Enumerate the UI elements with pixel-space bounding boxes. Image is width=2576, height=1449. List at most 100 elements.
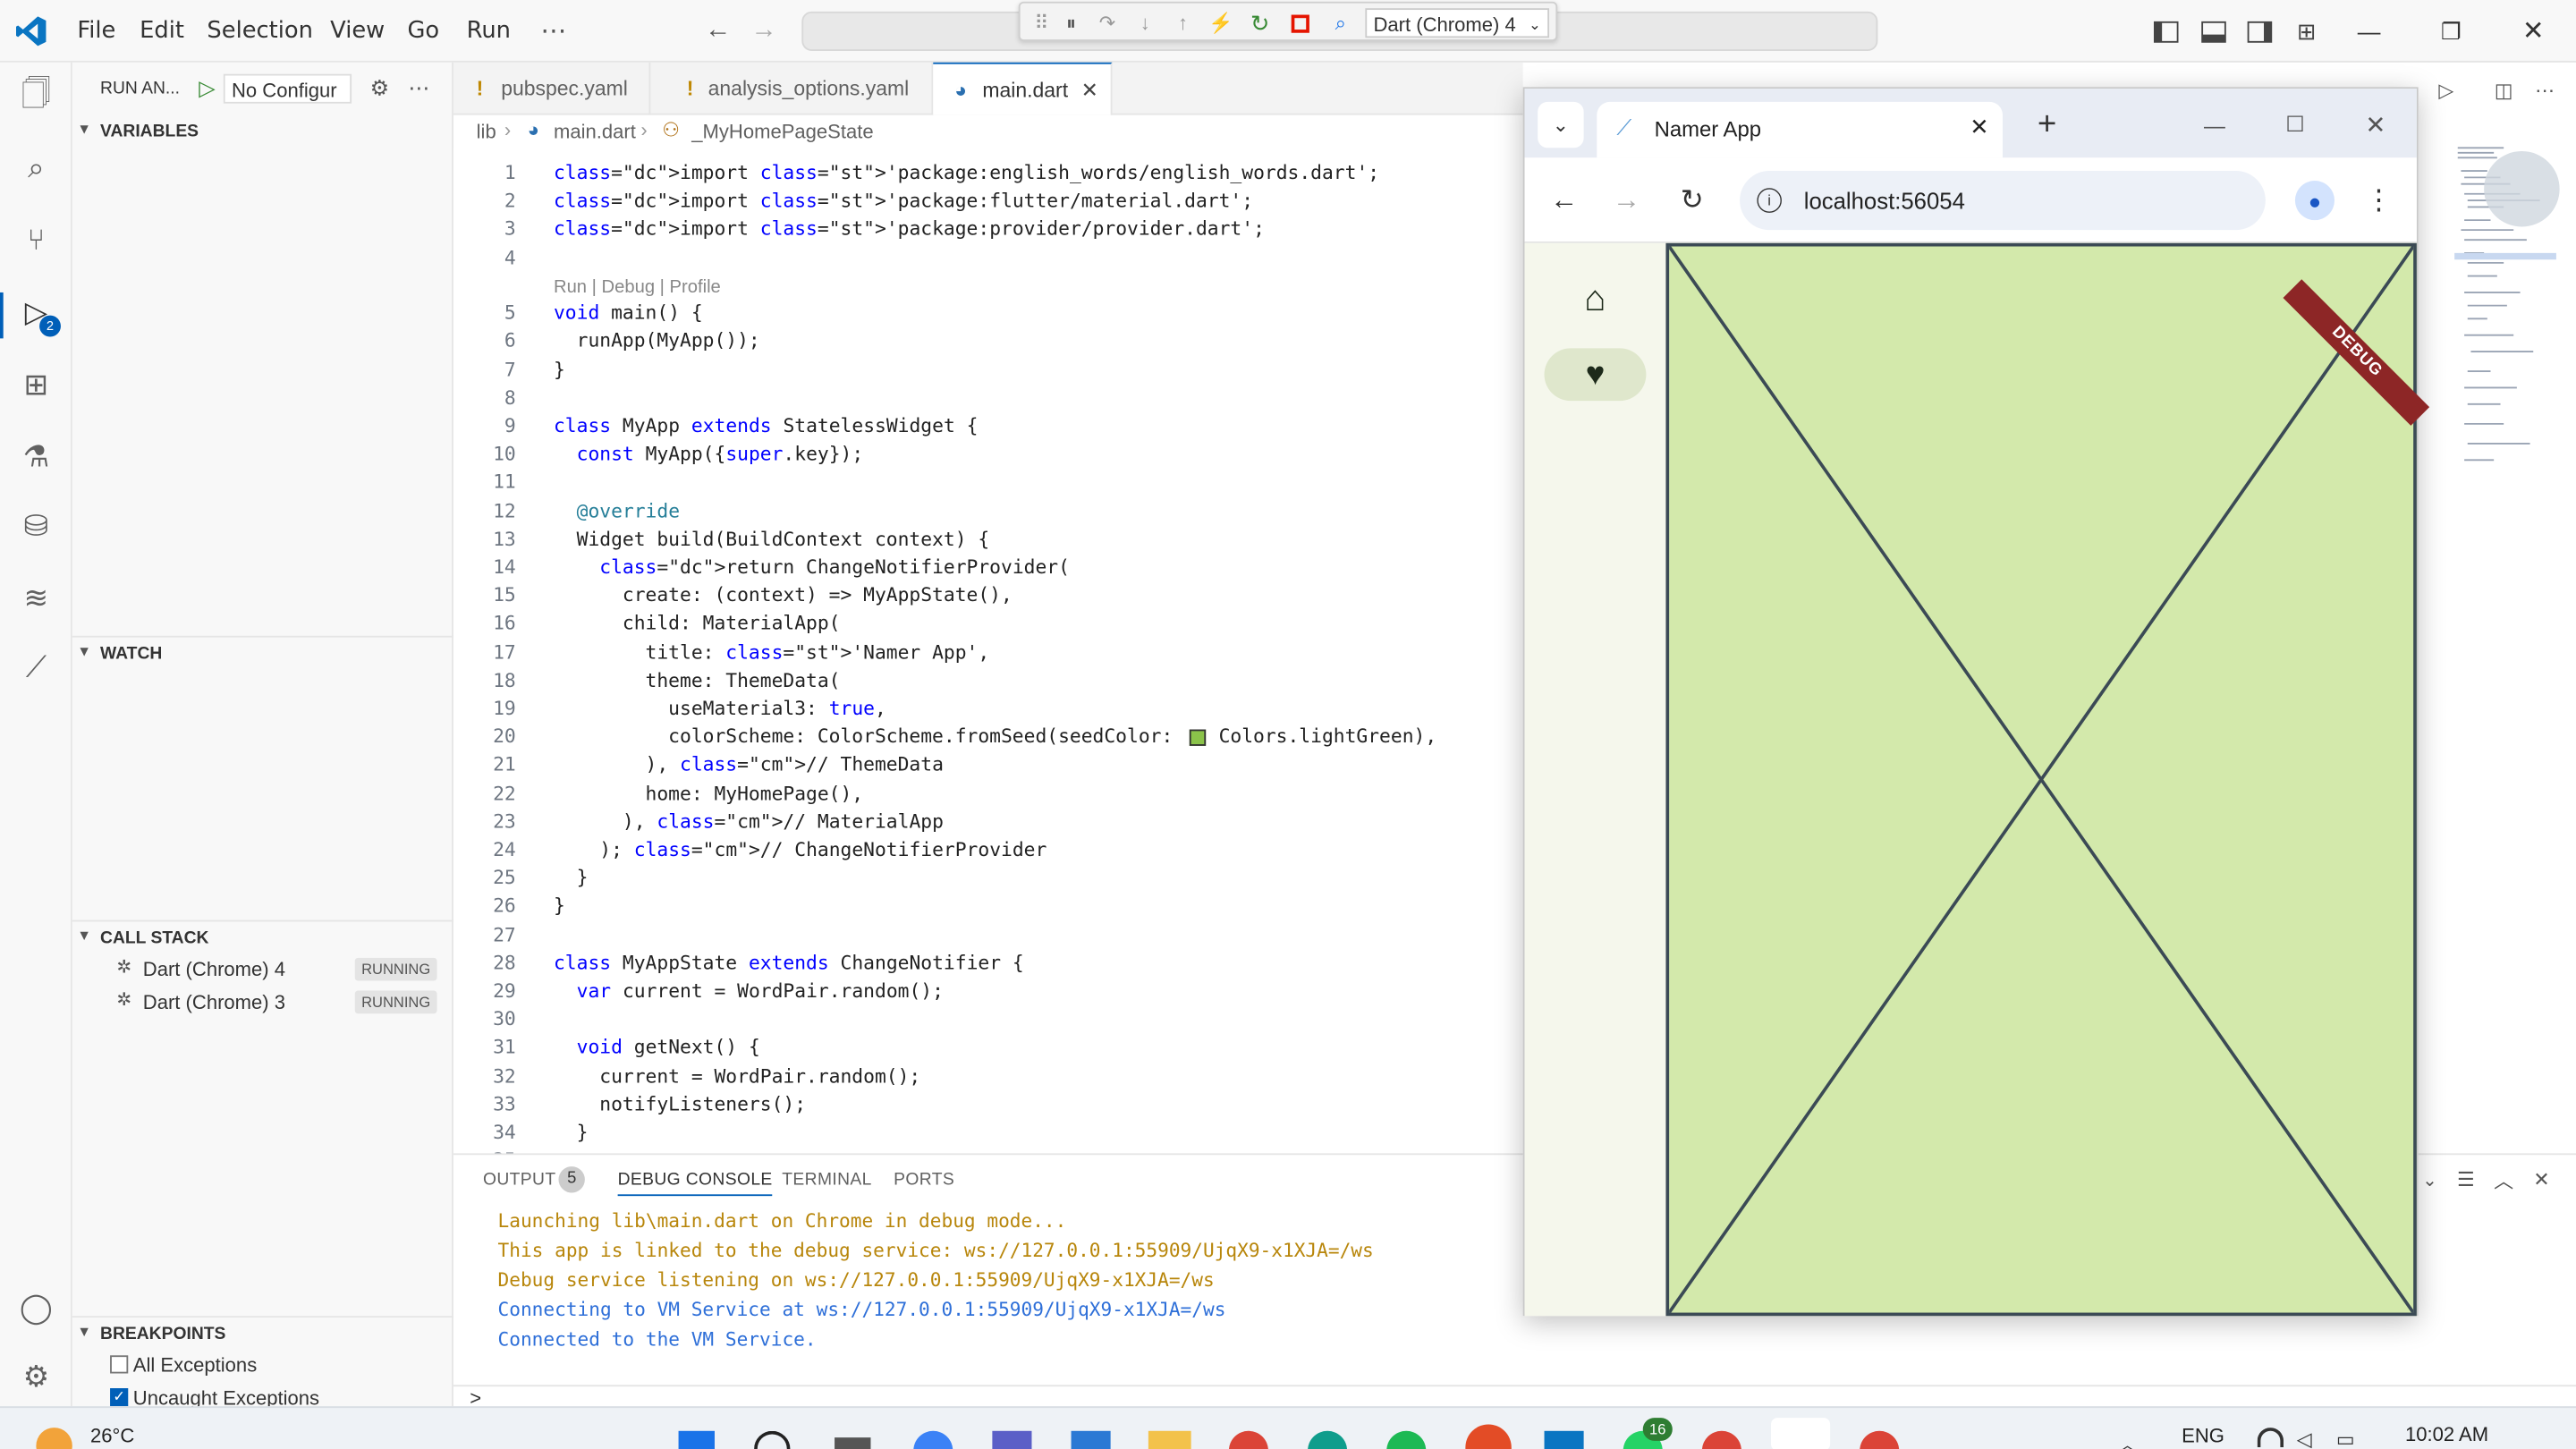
debug-session-select[interactable]: Dart (Chrome) 4 ⌄ <box>1365 8 1550 38</box>
database-icon[interactable]: ⛁ <box>13 503 59 548</box>
codelens[interactable]: Run | Debug | Profile <box>554 277 721 297</box>
maximize-icon[interactable]: ☐ <box>2279 108 2312 141</box>
breakpoint-item[interactable]: All Exceptions <box>72 1349 453 1382</box>
search-taskbar-icon[interactable] <box>754 1430 791 1449</box>
edge-icon[interactable] <box>1308 1430 1348 1449</box>
clock-time[interactable]: 10:02 AM <box>2405 1423 2488 1446</box>
menu-view[interactable]: View <box>330 0 385 63</box>
home-icon[interactable]: ⌂ <box>1572 276 1618 322</box>
tab-pubspec[interactable]: ! pubspec.yaml <box>453 62 651 115</box>
console-input[interactable]: > <box>453 1385 2576 1410</box>
browser-tab[interactable]: ⟋ Namer App ✕ <box>1597 101 2003 158</box>
teams-icon[interactable] <box>992 1430 1032 1449</box>
stop-icon[interactable] <box>1284 8 1314 38</box>
battery-icon[interactable]: ▭ <box>2336 1428 2355 1449</box>
hot-reload-icon[interactable]: ⚡ <box>1206 8 1235 38</box>
devtools-icon[interactable]: ⌕ <box>1326 8 1355 38</box>
call-stack-section-header[interactable]: ▾ CALL STACK <box>72 919 453 953</box>
language-indicator[interactable]: ENG <box>2182 1424 2224 1447</box>
active-app-highlight[interactable] <box>1771 1418 1831 1449</box>
menu-edit[interactable]: Edit <box>140 0 184 63</box>
chrome-taskbar-icon-2[interactable] <box>1701 1430 1741 1449</box>
split-editor-icon[interactable]: ◫ <box>2489 75 2519 105</box>
close-tab-icon[interactable]: ✕ <box>1081 64 1098 117</box>
breadcrumb-symbol[interactable]: _MyHomePageState <box>691 120 873 143</box>
checkbox-all-exceptions[interactable] <box>110 1355 129 1374</box>
color-swatch[interactable] <box>1189 729 1207 747</box>
close-tab-icon[interactable]: ✕ <box>1970 114 1989 141</box>
close-panel-icon[interactable]: ✕ <box>2527 1165 2556 1194</box>
chrome-taskbar-icon-3[interactable] <box>1860 1430 1900 1449</box>
toggle-panel-icon[interactable] <box>2199 16 2228 46</box>
flutter-icon[interactable]: ⟋ <box>13 644 59 690</box>
floating-widget[interactable] <box>2484 150 2560 227</box>
minimize-icon[interactable]: — <box>2352 15 2385 48</box>
explorer-icon[interactable]: 🗍 <box>13 75 59 121</box>
chrome-menu-icon[interactable]: ⋮ <box>2360 181 2399 220</box>
extensions-icon[interactable]: ⊞ <box>13 361 59 407</box>
back-arrow-icon[interactable]: ← <box>1545 181 1584 220</box>
more-menu-icon[interactable]: ⋯ <box>540 0 566 63</box>
more-actions-icon[interactable]: ⋯ <box>404 74 434 104</box>
volume-icon[interactable]: ◁ <box>2297 1428 2312 1449</box>
search-icon[interactable]: ⌕ <box>13 145 59 191</box>
vscode-taskbar-icon[interactable] <box>1544 1430 1584 1449</box>
reload-icon[interactable]: ↻ <box>1673 181 1712 220</box>
testing-icon[interactable]: ⚗ <box>13 434 59 479</box>
new-tab-icon[interactable]: + <box>2028 106 2067 145</box>
step-into-icon[interactable]: ↓ <box>1131 8 1160 38</box>
breadcrumb-file[interactable]: main.dart <box>554 120 636 143</box>
tab-terminal[interactable]: TERMINAL <box>782 1170 871 1190</box>
customize-layout-icon[interactable]: ⊞ <box>2292 16 2321 46</box>
tab-output[interactable]: OUTPUT <box>483 1170 556 1190</box>
step-out-icon[interactable]: ↑ <box>1168 8 1198 38</box>
forward-arrow-icon[interactable]: → <box>1606 181 1646 220</box>
settings-gear-icon[interactable]: ⚙ <box>13 1353 59 1399</box>
menu-go[interactable]: Go <box>408 0 440 63</box>
close-window-icon[interactable]: ✕ <box>2517 15 2550 48</box>
profile-avatar-icon[interactable]: ● <box>2294 181 2335 221</box>
step-over-icon[interactable]: ↷ <box>1092 8 1122 38</box>
menu-run[interactable]: Run <box>467 0 511 63</box>
maximize-panel-icon[interactable]: ︿ <box>2489 1165 2519 1194</box>
weather-temp[interactable]: 26°C <box>90 1424 134 1447</box>
run-debug-icon[interactable]: ▷ 2 <box>13 289 61 337</box>
watch-section-header[interactable]: ▾ WATCH <box>72 635 453 669</box>
checkbox-uncaught-exceptions[interactable]: ✓ <box>110 1388 129 1407</box>
tray-overflow-icon[interactable]: ︿ <box>2119 1431 2135 1449</box>
tab-main-dart[interactable]: ◕ main.dart ✕ <box>933 62 1113 117</box>
favorites-heart-icon[interactable]: ♥ <box>1544 348 1647 402</box>
pause-icon[interactable]: ⏸ <box>1056 8 1086 38</box>
restore-icon[interactable]: ❐ <box>2435 15 2468 48</box>
start-icon[interactable] <box>678 1430 715 1449</box>
gear-icon[interactable]: ⚙ <box>365 74 394 104</box>
spotify-icon[interactable] <box>1386 1430 1427 1449</box>
account-icon[interactable]: ◯ <box>13 1284 59 1330</box>
chrome-taskbar-icon[interactable] <box>1228 1430 1268 1449</box>
task-view-icon[interactable] <box>835 1437 871 1449</box>
tab-ports[interactable]: PORTS <box>894 1170 954 1190</box>
tab-search-icon[interactable]: ⌄ <box>1538 101 1584 148</box>
call-stack-item[interactable]: ✲ Dart (Chrome) 4 RUNNING <box>72 953 453 986</box>
chrome-profile-icon[interactable] <box>1465 1424 1512 1449</box>
call-stack-item[interactable]: ✲ Dart (Chrome) 3 RUNNING <box>72 986 453 1019</box>
menu-selection[interactable]: Selection <box>207 0 313 63</box>
run-editor-icon[interactable]: ▷ <box>2431 75 2461 105</box>
forward-arrow-icon[interactable]: → <box>748 15 781 48</box>
file-explorer-icon[interactable] <box>1148 1430 1191 1449</box>
layers-icon[interactable]: ≋ <box>13 575 59 621</box>
back-arrow-icon[interactable]: ← <box>701 15 734 48</box>
code-editor[interactable]: 1 class="dc">import class="st">'package:e… <box>453 148 1523 1172</box>
breakpoints-section-header[interactable]: ▾ BREAKPOINTS <box>72 1316 453 1349</box>
calendar-icon[interactable] <box>1071 1430 1111 1449</box>
launch-config-select[interactable]: No Configur <box>223 73 352 104</box>
minimize-icon[interactable]: — <box>2199 108 2232 141</box>
tab-debug-console[interactable]: DEBUG CONSOLE <box>617 1170 773 1197</box>
close-window-icon[interactable]: ✕ <box>2360 108 2393 141</box>
toggle-sidebar-icon[interactable] <box>2150 16 2180 46</box>
chevron-down-icon[interactable]: ⌄ <box>2415 1165 2445 1194</box>
more-actions-icon[interactable]: ⋯ <box>2530 75 2560 105</box>
site-info-icon[interactable]: i <box>1757 188 1782 213</box>
toggle-secondary-sidebar-icon[interactable] <box>2244 16 2274 46</box>
copilot-icon[interactable] <box>913 1430 953 1449</box>
